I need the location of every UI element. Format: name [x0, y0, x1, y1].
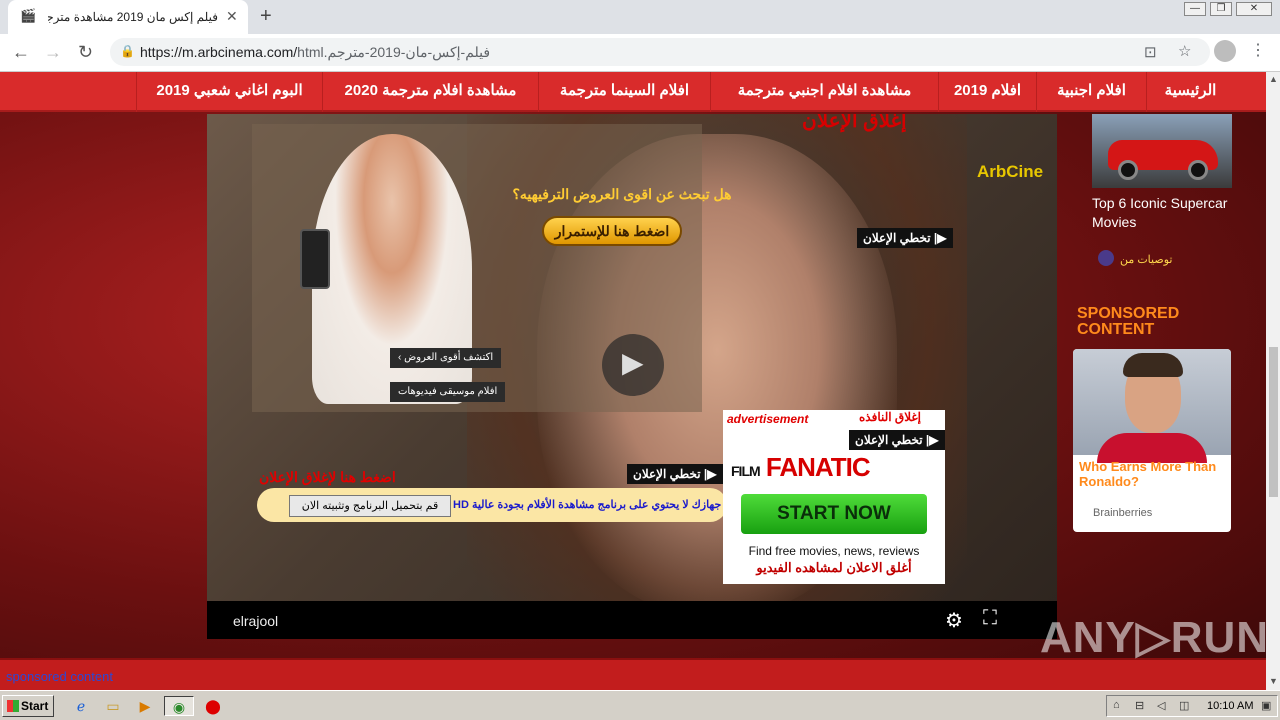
scroll-down-arrow-icon[interactable]: ▼	[1269, 676, 1278, 686]
maximize-button[interactable]: ❐	[1210, 2, 1232, 16]
nav-translated-2020[interactable]: مشاهدة افلام مترجمة 2020	[322, 72, 538, 112]
car-wheel	[1188, 160, 1208, 180]
ad-close-to-watch-link[interactable]: أغلق الاعلان لمشاهده الفيديو	[723, 560, 945, 576]
film-fanatic-logo: FILM FANATIC	[731, 452, 871, 482]
alert-icon[interactable]: ⬤	[202, 696, 224, 716]
sponsored-card-title[interactable]: Who Earns More Than Ronaldo?	[1079, 459, 1229, 489]
web-page: الرئيسية افلام اجنبية افلام 2019 مشاهدة …	[0, 72, 1266, 690]
video-player[interactable]: إغلاق الإعلان ArbCine هل تبحث عن اقوى ال…	[207, 114, 1057, 639]
window-close-button[interactable]: ✕	[1236, 2, 1272, 16]
skip-ad-button-top[interactable]: ▶| تخطي الإعلان	[857, 228, 953, 248]
start-label: Start	[21, 699, 49, 713]
nav-home[interactable]: الرئيسية	[1146, 72, 1234, 112]
clapperboard-icon: 🎬	[20, 8, 37, 23]
back-arrow-icon[interactable]: ←	[12, 42, 30, 63]
download-banner: جهازك لا يحتوي على برنامج مشاهدة الأفلام…	[257, 488, 727, 522]
hair-shape	[1123, 353, 1183, 377]
fullscreen-icon[interactable]: ⛶	[983, 607, 997, 630]
phone-image	[300, 229, 330, 289]
skip-ad-button-middle[interactable]: ▶| تخطي الإعلان	[627, 464, 723, 484]
sponsored-card-image	[1073, 349, 1231, 463]
start-button[interactable]: Start	[2, 695, 54, 717]
tray-usb-icon[interactable]: ⊟	[1135, 699, 1144, 712]
nav-foreign-films[interactable]: افلام اجنبية	[1036, 72, 1146, 112]
folder-icon[interactable]: ▭	[102, 696, 124, 716]
ad-close-window-link[interactable]: إغلاق النافذه	[859, 410, 921, 424]
translate-icon[interactable]: ⊡	[1144, 43, 1157, 61]
browser-tab[interactable]: 🎬 فيلم إكس مان 2019 مشاهدة مترجم ✕	[8, 0, 248, 34]
download-banner-text: جهازك لا يحتوي على برنامج مشاهدة الأفلام…	[453, 499, 722, 511]
nav-cinema-films[interactable]: افلام السينما مترجمة	[538, 72, 710, 112]
download-app-button[interactable]: قم بتحميل البرنامج وتثبيته الان	[289, 495, 451, 517]
ad-label: advertisement	[727, 412, 809, 426]
sponsored-content-heading: SPONSORED CONTENT	[1077, 305, 1180, 338]
play-icon: ▶	[622, 347, 644, 378]
sponsored-card-source: Brainberries	[1093, 507, 1153, 519]
scroll-thumb[interactable]	[1269, 347, 1278, 497]
ie-icon[interactable]: ℯ	[70, 696, 92, 716]
tray-power-icon[interactable]: ◫	[1179, 699, 1189, 712]
anyrun-watermark: ANY▷RUN	[1040, 613, 1266, 662]
scroll-up-arrow-icon[interactable]: ▲	[1269, 74, 1278, 84]
arbcine-watermark: ArbCine	[977, 162, 1044, 181]
film-fanatic-ad[interactable]: advertisement إغلاق النافذه ▶| تخطي الإع…	[723, 410, 945, 584]
nav-songs-album[interactable]: البوم اغاني شعبي 2019	[136, 72, 322, 112]
recommendations-label[interactable]: توصيات من	[1120, 253, 1172, 266]
player-controls: elrajool ⚙ ⛶	[207, 601, 1057, 639]
windows-flag-icon	[7, 700, 19, 712]
more-menu-icon[interactable]: ⋮	[1250, 40, 1266, 60]
site-navbar: الرئيسية افلام اجنبية افلام 2019 مشاهدة …	[0, 72, 1266, 112]
url-text: https://m.arbcinema.com/فيلم-إكس-مان-201…	[140, 44, 491, 60]
promo-discover-link[interactable]: اكتشف أقوى العروض ›	[390, 348, 502, 368]
promo-continue-button[interactable]: اضغط هنا للإستمرار	[542, 216, 682, 246]
tab-title: فيلم إكس مان 2019 مشاهدة مترجم	[48, 10, 218, 24]
video-title-label: elrajool	[233, 613, 279, 629]
footer-sponsored-link[interactable]: sponsored content	[6, 669, 113, 684]
sponsored-card[interactable]: Who Earns More Than Ronaldo? Brainberrie…	[1073, 349, 1231, 532]
nav-films-2019[interactable]: افلام 2019	[938, 72, 1036, 112]
nav-translated-foreign[interactable]: مشاهدة افلام اجنبي مترجمة	[710, 72, 938, 112]
tray-volume-icon[interactable]: ◁	[1157, 699, 1165, 712]
browser-toolbar: ← → ↻ 🔒 https://m.arbcinema.com/فيلم-إكس…	[0, 34, 1280, 72]
tray-network-icon[interactable]: ⌂	[1113, 699, 1120, 711]
reload-icon[interactable]: ↻	[78, 42, 93, 63]
tray-display-icon[interactable]: ▣	[1261, 699, 1271, 712]
promo-music-link[interactable]: افلام موسيقى فيديوهات	[390, 382, 506, 402]
ad-tagline: Find free movies, news, reviews	[748, 544, 920, 558]
close-ad-link-top[interactable]: إغلاق الإعلان	[802, 114, 907, 133]
forward-arrow-icon[interactable]: →	[44, 42, 62, 63]
supercar-article-title[interactable]: Top 6 Iconic Supercar Movies	[1092, 194, 1242, 232]
star-icon[interactable]: ☆	[1178, 42, 1191, 60]
page-scrollbar[interactable]: ▲ ▼	[1266, 72, 1280, 690]
car-wheel	[1118, 160, 1138, 180]
gear-icon[interactable]: ⚙	[945, 608, 963, 633]
windows-taskbar: Start ℯ ▭ ▶ ◉ ⬤ ⌂ ⊟ ◁ ◫ 10:10 AM ▣	[0, 690, 1280, 720]
clock: 10:10 AM	[1207, 700, 1254, 712]
start-now-button[interactable]: START NOW	[741, 494, 927, 534]
new-tab-button[interactable]: +	[260, 5, 272, 28]
address-bar[interactable]: 🔒 https://m.arbcinema.com/فيلم-إكس-مان-2…	[110, 38, 1210, 66]
lock-icon: 🔒	[120, 44, 135, 58]
system-tray: ⌂ ⊟ ◁ ◫ 10:10 AM ▣	[1106, 695, 1278, 717]
tab-close-button[interactable]: ✕	[226, 8, 238, 25]
minimize-button[interactable]: —	[1184, 2, 1206, 16]
supercar-thumbnail[interactable]	[1092, 114, 1232, 188]
profile-avatar[interactable]	[1214, 40, 1236, 62]
promo-question: هل تبحث عن اقوى العروض الترفيهيه؟	[512, 186, 732, 202]
close-ad-link[interactable]: اضغط هنا لإغلاق الإعلان	[259, 469, 396, 486]
play-button[interactable]: ▶	[602, 334, 664, 396]
ad-skip-button[interactable]: ▶| تخطي الإعلان	[849, 430, 945, 450]
media-player-icon[interactable]: ▶	[134, 696, 156, 716]
recommendations-icon	[1098, 250, 1114, 266]
chrome-icon[interactable]: ◉	[164, 696, 194, 716]
tab-strip: 🎬 فيلم إكس مان 2019 مشاهدة مترجم ✕ + — ❐…	[0, 0, 1280, 34]
